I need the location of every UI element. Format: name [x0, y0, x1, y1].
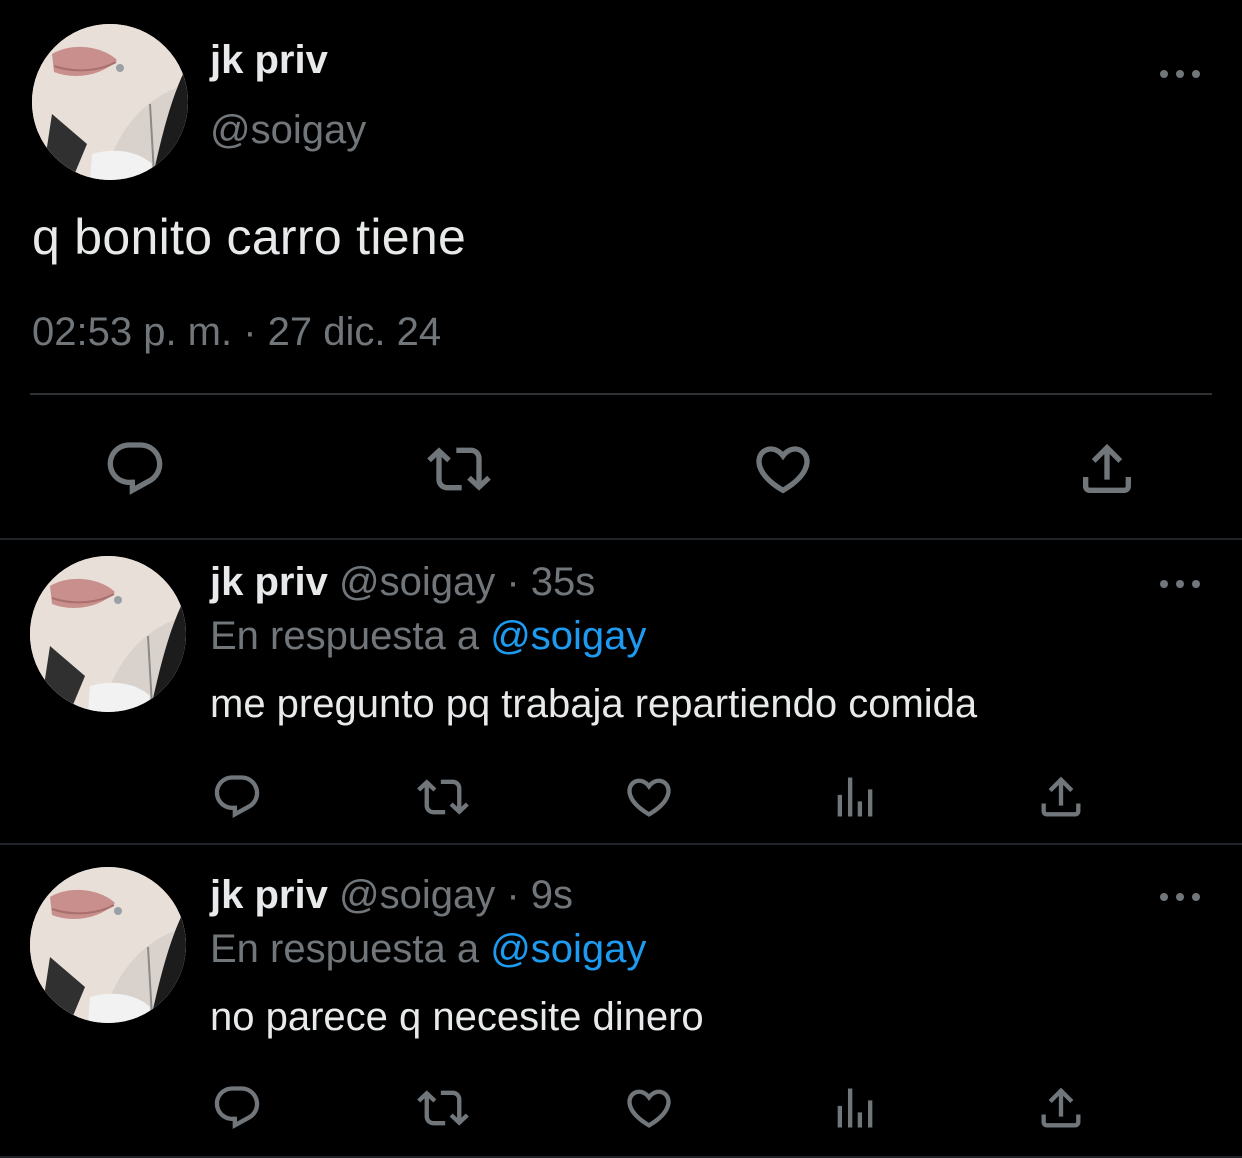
author-handle[interactable]: @soigay	[210, 108, 366, 153]
reply-button[interactable]	[206, 1077, 268, 1139]
reply-header: jk priv @soigay · 35s	[210, 560, 595, 605]
reply-tweet[interactable]: jk priv @soigay · 35s En respuesta a @so…	[0, 540, 1242, 845]
views-button[interactable]	[824, 766, 886, 828]
more-options-icon[interactable]	[1160, 887, 1200, 907]
share-button[interactable]	[1030, 766, 1092, 828]
replying-prefix: En respuesta a	[210, 927, 480, 971]
reply-button[interactable]	[100, 434, 170, 504]
share-button[interactable]	[1072, 434, 1142, 504]
author-name[interactable]: jk priv	[210, 873, 328, 917]
reply-icon	[211, 771, 263, 823]
more-options-icon[interactable]	[1160, 64, 1200, 84]
like-icon	[623, 771, 675, 823]
like-icon	[623, 1082, 675, 1134]
reply-tweet[interactable]: jk priv @soigay · 9s En respuesta a @soi…	[0, 845, 1242, 1158]
retweet-icon	[417, 1082, 469, 1134]
separator: ·	[506, 560, 520, 604]
views-button[interactable]	[824, 1077, 886, 1139]
views-icon	[829, 771, 881, 823]
reply-header: jk priv @soigay · 9s	[210, 873, 573, 918]
separator: ·	[506, 873, 520, 917]
avatar[interactable]	[32, 24, 188, 180]
retweet-button[interactable]	[412, 766, 474, 828]
avatar[interactable]	[30, 556, 186, 712]
tweet-text: q bonito carro tiene	[32, 209, 467, 265]
share-icon	[1035, 771, 1087, 823]
share-icon	[1035, 1082, 1087, 1134]
divider	[30, 393, 1212, 395]
like-button[interactable]	[618, 766, 680, 828]
author-name[interactable]: jk priv	[210, 560, 328, 604]
author-handle[interactable]: @soigay	[339, 560, 495, 604]
tweet-text: no parece q necesite dinero	[210, 995, 704, 1039]
tweet-timestamp[interactable]: 02:53 p. m. · 27 dic. 24	[32, 310, 441, 355]
main-tweet: jk priv @soigay q bonito carro tiene 02:…	[0, 0, 1242, 540]
views-icon	[829, 1082, 881, 1134]
share-icon	[1075, 437, 1139, 501]
avatar[interactable]	[30, 867, 186, 1023]
like-icon	[751, 437, 815, 501]
retweet-icon	[417, 771, 469, 823]
tweet-text: me pregunto pq trabaja repartiendo comid…	[210, 682, 978, 726]
author-handle[interactable]: @soigay	[339, 873, 495, 917]
replying-to: En respuesta a @soigay	[210, 614, 646, 659]
profile-photo	[30, 867, 186, 1023]
mention-link[interactable]: @soigay	[490, 614, 646, 658]
like-button[interactable]	[748, 434, 818, 504]
profile-photo	[32, 24, 188, 180]
retweet-button[interactable]	[412, 1077, 474, 1139]
reply-icon	[211, 1082, 263, 1134]
retweet-icon	[427, 437, 491, 501]
tweet-time[interactable]: 35s	[531, 560, 596, 604]
more-options-icon[interactable]	[1160, 574, 1200, 594]
reply-button[interactable]	[206, 766, 268, 828]
author-name[interactable]: jk priv	[210, 38, 328, 83]
mention-link[interactable]: @soigay	[490, 927, 646, 971]
retweet-button[interactable]	[424, 434, 494, 504]
reply-icon	[103, 437, 167, 501]
replying-prefix: En respuesta a	[210, 614, 480, 658]
tweet-time[interactable]: 9s	[531, 873, 573, 917]
profile-photo	[30, 556, 186, 712]
share-button[interactable]	[1030, 1077, 1092, 1139]
like-button[interactable]	[618, 1077, 680, 1139]
replying-to: En respuesta a @soigay	[210, 927, 646, 972]
